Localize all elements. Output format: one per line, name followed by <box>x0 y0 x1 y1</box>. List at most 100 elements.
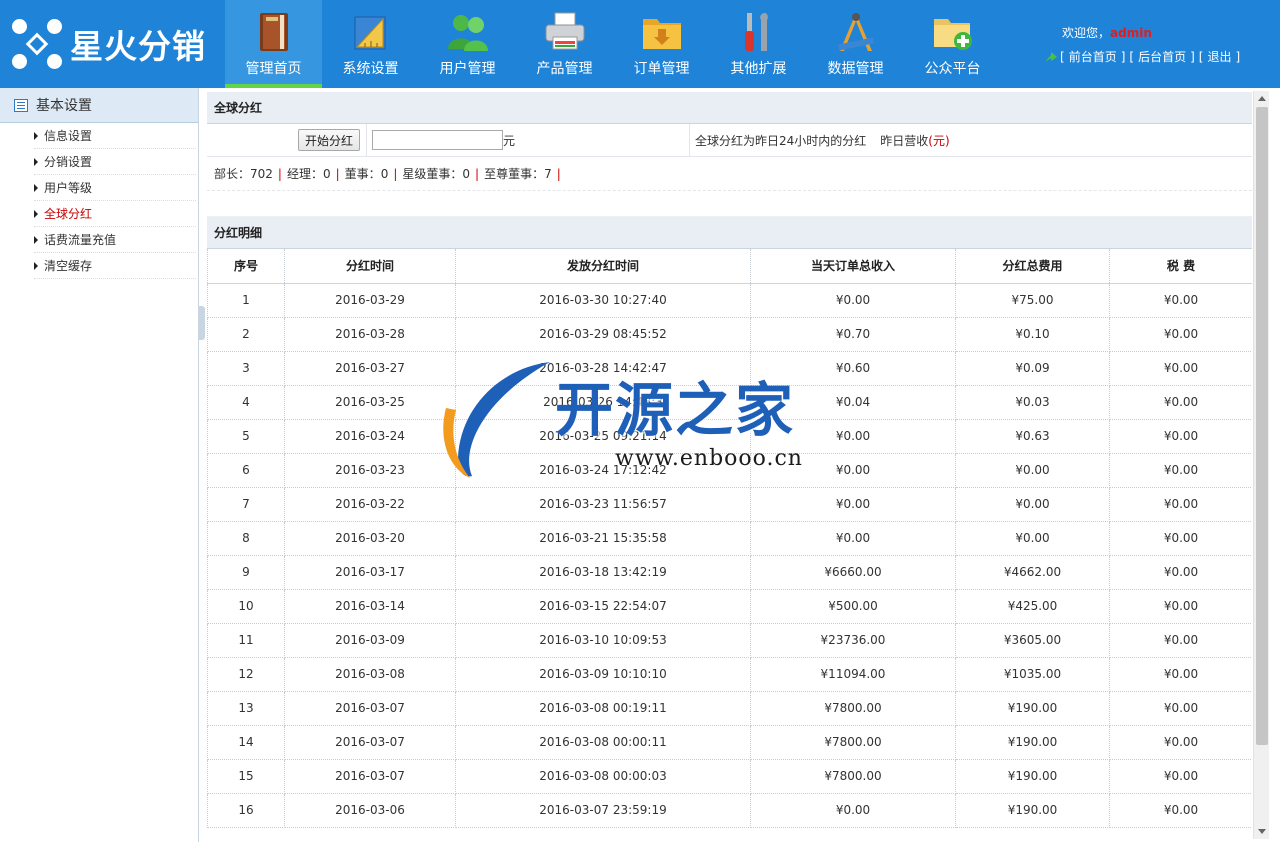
table-cell: ¥0.00 <box>1109 793 1252 828</box>
caret-right-icon <box>34 209 38 218</box>
column-header: 序号 <box>207 249 285 284</box>
table-header-row: 序号 分红时间 发放分红时间 当天订单总收入 分红总费用税 费 <box>207 249 1252 284</box>
table-cell: 2016-03-06 <box>284 793 456 828</box>
column-header: 发放分红时间 <box>455 249 751 284</box>
backend-home-link[interactable]: 后台首页 <box>1138 48 1186 65</box>
table-cell: 15 <box>207 759 285 794</box>
stat-item: 星级董事：0 <box>402 167 471 181</box>
table-cell: 6 <box>207 453 285 488</box>
table-cell: ¥1035.00 <box>955 657 1110 692</box>
table-cell: 2016-03-25 <box>284 385 456 420</box>
table-cell: 2016-03-29 08:45:52 <box>455 317 751 352</box>
stat-item: 董事：0 <box>344 167 389 181</box>
table-cell: ¥0.00 <box>1109 283 1252 318</box>
dividend-note: 全球分红为昨日24小时内的分红 <box>695 133 867 148</box>
table-cell: 2016-03-28 14:42:47 <box>455 351 751 386</box>
table-cell: ¥0.00 <box>750 419 956 454</box>
sidebar-header[interactable]: 基本设置 <box>0 88 198 123</box>
sidebar-item-1[interactable]: 分销设置 <box>34 149 196 175</box>
sidebar-item-0[interactable]: 信息设置 <box>34 123 196 149</box>
nav-item-3[interactable]: 产品管理 <box>516 0 613 88</box>
table-cell: ¥0.60 <box>750 351 956 386</box>
table-cell: 2 <box>207 317 285 352</box>
table-cell: 1 <box>207 283 285 318</box>
table-cell: 11 <box>207 623 285 658</box>
scroll-thumb[interactable] <box>1256 107 1268 745</box>
sidebar-item-3[interactable]: 全球分红 <box>34 201 196 227</box>
sidebar-item-label: 清空缓存 <box>44 259 93 273</box>
table-cell: ¥0.00 <box>1109 555 1252 590</box>
table-cell: 5 <box>207 419 285 454</box>
table-row: 2 2016-03-28 2016-03-29 08:45:52 ¥0.70 ¥0.10… <box>207 317 1252 352</box>
table-cell: 2016-03-07 23:59:19 <box>455 793 751 828</box>
nav-item-0[interactable]: 管理首页 <box>225 0 322 88</box>
table-cell: ¥0.00 <box>1109 385 1252 420</box>
table-cell: ¥4662.00 <box>955 555 1110 590</box>
sidebar-item-5[interactable]: 清空缓存 <box>34 253 196 279</box>
table-cell: ¥0.70 <box>750 317 956 352</box>
table-cell: 2016-03-20 <box>284 521 456 556</box>
table-row: 12 2016-03-08 2016-03-09 10:10:10 ¥11094.00… <box>207 657 1252 692</box>
scroll-down-icon[interactable] <box>1258 829 1266 834</box>
stat-separator: | <box>277 166 282 181</box>
table-row: 8 2016-03-20 2016-03-21 15:35:58 ¥0.00 ¥0.00… <box>207 521 1252 556</box>
table-cell: ¥0.00 <box>1109 487 1252 522</box>
table-cell: ¥6660.00 <box>750 555 956 590</box>
table-cell: ¥0.00 <box>1109 419 1252 454</box>
nav-item-2[interactable]: 用户管理 <box>419 0 516 88</box>
table-cell: 4 <box>207 385 285 420</box>
sidebar: 基本设置 信息设置 分销设置 用户等级 全球分红 话费流量充值清空缓存 <box>0 88 199 842</box>
nav-item-5[interactable]: 其他扩展 <box>710 0 807 88</box>
sidebar-title: 基本设置 <box>36 98 92 114</box>
table-cell: ¥3605.00 <box>955 623 1110 658</box>
table-cell: ¥0.63 <box>955 419 1110 454</box>
table-cell: ¥7800.00 <box>750 759 956 794</box>
table-cell: 2016-03-29 <box>284 283 456 318</box>
table-cell: 2016-03-09 <box>284 623 456 658</box>
column-header: 分红时间 <box>284 249 456 284</box>
sidebar-collapse-handle[interactable] <box>198 306 205 340</box>
table-cell: 2016-03-18 13:42:19 <box>455 555 751 590</box>
table-cell: ¥0.00 <box>750 283 956 318</box>
table-cell: 2016-03-24 <box>284 419 456 454</box>
dividend-amount-input[interactable] <box>372 130 503 150</box>
stat-item: 至尊董事：7 <box>484 167 552 181</box>
sidebar-item-4[interactable]: 话费流量充值 <box>34 227 196 253</box>
table-cell: ¥0.00 <box>750 453 956 488</box>
nav-item-1[interactable]: 系统设置 <box>322 0 419 88</box>
stat-separator: | <box>475 166 480 181</box>
scroll-up-icon[interactable] <box>1258 96 1266 101</box>
table-cell: 2016-03-23 <box>284 453 456 488</box>
nav-item-4[interactable]: 订单管理 <box>613 0 710 88</box>
stat-separator: | <box>335 166 340 181</box>
dividend-detail-table: 序号 分红时间 发放分红时间 当天订单总收入 分红总费用税 费 1 2016-03-29 2… <box>207 249 1252 828</box>
table-cell: 2016-03-07 <box>284 691 456 726</box>
nav-label: 订单管理 <box>633 61 690 77</box>
printer-icon <box>543 10 587 54</box>
table-cell: 2016-03-15 22:54:07 <box>455 589 751 624</box>
nav-item-6[interactable]: 数据管理 <box>807 0 904 88</box>
table-row: 16 2016-03-06 2016-03-07 23:59:19 ¥0.00 ¥190… <box>207 793 1252 828</box>
users-icon <box>446 10 490 54</box>
logout-link[interactable]: 退出 <box>1207 48 1231 65</box>
vertical-scrollbar[interactable] <box>1253 91 1269 839</box>
drafting-icon <box>834 10 878 54</box>
table-cell: 2016-03-27 <box>284 351 456 386</box>
column-header: 分红总费用 <box>955 249 1110 284</box>
table-cell: 2016-03-23 11:56:57 <box>455 487 751 522</box>
sidebar-item-2[interactable]: 用户等级 <box>34 175 196 201</box>
frontend-home-link[interactable]: 前台首页 <box>1069 48 1117 65</box>
stat-separator: | <box>393 166 398 181</box>
nav-item-7[interactable]: 公众平台 <box>904 0 1001 88</box>
table-cell: 2016-03-17 <box>284 555 456 590</box>
start-dividend-button[interactable]: 开始分红 <box>297 129 360 151</box>
nav-label: 产品管理 <box>536 61 593 77</box>
nav-label: 用户管理 <box>439 61 496 77</box>
table-cell: ¥23736.00 <box>750 623 956 658</box>
table-cell: 3 <box>207 351 285 386</box>
table-row: 1 2016-03-29 2016-03-30 10:27:40 ¥0.00 ¥75.0… <box>207 283 1252 318</box>
table-cell: 2016-03-26 14:48:3 <box>455 385 751 420</box>
table-cell: 13 <box>207 691 285 726</box>
logo[interactable]: 星火分销 <box>12 18 206 70</box>
table-row: 6 2016-03-23 2016-03-24 17:12:42 ¥0.00 ¥0.00… <box>207 453 1252 488</box>
